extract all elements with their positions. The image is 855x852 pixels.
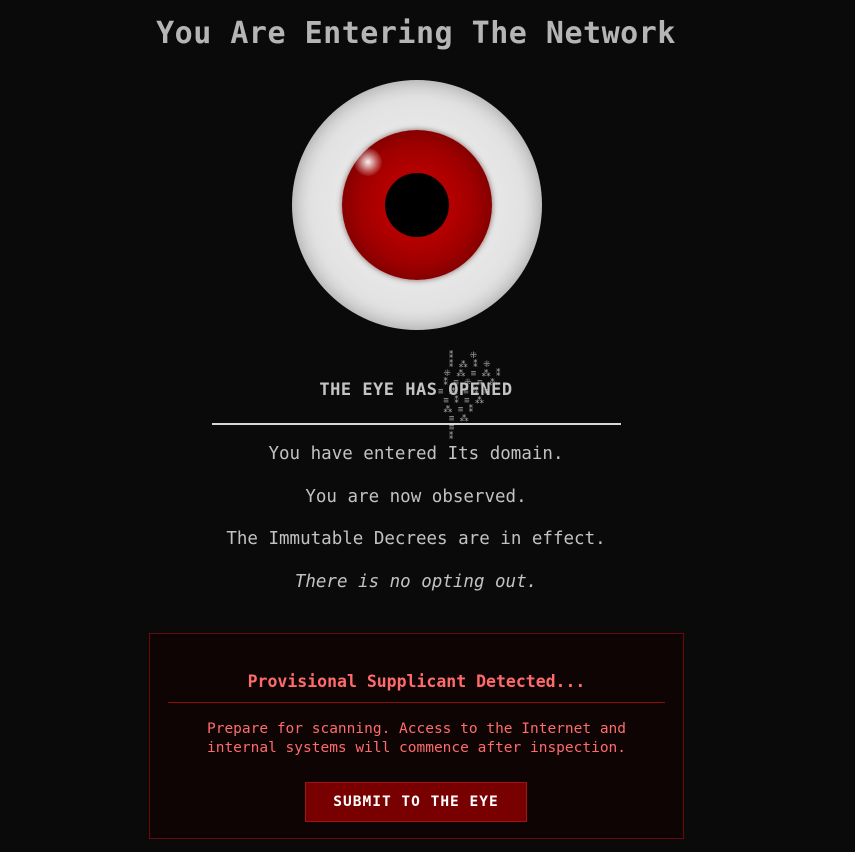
eye-glint [354, 148, 382, 176]
panel-message: Prepare for scanning. Access to the Inte… [206, 721, 627, 756]
supplicant-panel: Provisional Supplicant Detected... Prepa… [149, 633, 684, 839]
panel-title: Provisional Supplicant Detected... [247, 672, 586, 691]
eye-pupil [385, 173, 449, 237]
eye-iris [342, 130, 492, 280]
message-domain: You have entered Its domain. [268, 444, 564, 464]
page-title: You Are Entering The Network [156, 16, 676, 51]
glitch-overlay: ⁑ ⁜ ⁑ ⁂ ⁑ ⁜ ⁜ ⁂ ≡ ⁂ ⁑ ⁑ ≡ ⁜ ≡ ⁂ ≡ ⁂ ≡ ⁑ … [438, 351, 501, 442]
divider-rule [212, 423, 621, 425]
message-decrees: The Immutable Decrees are in effect. [226, 529, 606, 549]
eye-graphic [292, 80, 542, 330]
message-observed: You are now observed. [305, 487, 527, 507]
eye-status-heading: THE EYE HAS OPENED [319, 380, 513, 400]
panel-divider [168, 702, 665, 703]
submit-to-the-eye-button[interactable]: SUBMIT TO THE EYE [305, 782, 527, 822]
message-no-opt-out: There is no opting out. [294, 572, 538, 592]
